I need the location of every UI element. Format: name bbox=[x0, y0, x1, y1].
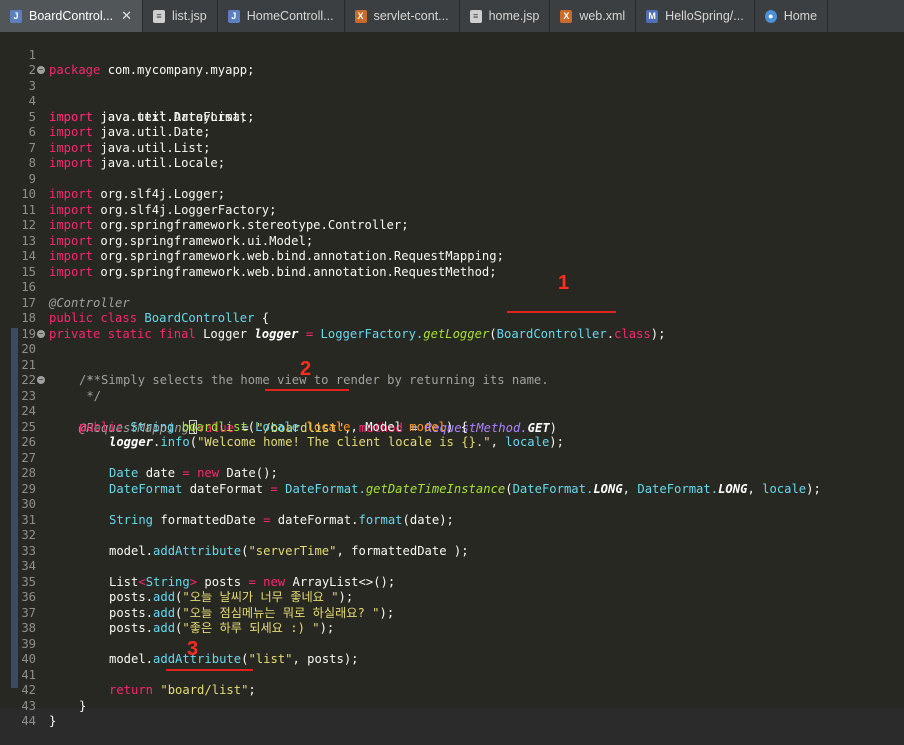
tab-web-xml[interactable]: X web.xml bbox=[550, 0, 637, 32]
code-line: 34 List<String> posts = new ArrayList<>(… bbox=[0, 544, 904, 589]
code-line: 4 import java.util.ArrayList; bbox=[0, 79, 904, 124]
code-line: 21 * Simply selects the home view to ren… bbox=[0, 342, 904, 388]
fold-toggle-icon[interactable]: − bbox=[37, 376, 45, 384]
code-line: 32 model.addAttribute("serverTime", form… bbox=[0, 513, 904, 558]
code-line: 6 import java.util.List; bbox=[0, 110, 904, 155]
code-line: 7 import java.util.Locale; bbox=[0, 125, 904, 171]
tab-homecontroller[interactable]: J HomeControll... bbox=[218, 0, 345, 32]
code-line: 14 import org.springframework.web.bind.a… bbox=[0, 234, 904, 279]
fold-toggle-icon[interactable]: − bbox=[37, 329, 45, 338]
code-line: 15 bbox=[0, 249, 904, 279]
code-line: 37 posts.add("좋은 하루 되세요 :) "); bbox=[0, 590, 904, 636]
code-line: 12 import org.springframework.ui.Model; bbox=[0, 203, 904, 248]
code-line: 13 import org.springframework.web.bind.a… bbox=[0, 218, 904, 264]
code-line: 22 */ bbox=[0, 358, 904, 403]
code-line: 38 bbox=[0, 606, 904, 635]
tab-label: BoardControl... bbox=[29, 9, 114, 23]
code-line: 25 logger.info("Welcome home! The client… bbox=[0, 404, 904, 450]
code-line: 19 bbox=[0, 311, 904, 341]
code-line: 29 bbox=[0, 466, 904, 496]
code-line: 28 DateFormat dateFormat = DateFormat.ge… bbox=[0, 451, 904, 496]
editor-tab-bar: J BoardControl... ✕ ≡ list.jsp J HomeCon… bbox=[0, 0, 904, 33]
code-line: 20 − /** bbox=[0, 327, 904, 387]
tab-boardcontroller[interactable]: J BoardControl... ✕ bbox=[0, 0, 143, 32]
code-line: 27 Date date = new Date(); bbox=[0, 435, 904, 481]
code-line: 40 bbox=[0, 637, 904, 666]
code-line: 23 − @RequestMapping(value = "/boardlist… bbox=[0, 373, 904, 435]
java-file-icon: J bbox=[227, 9, 240, 23]
annotation-underline-2 bbox=[265, 389, 349, 391]
code-line: 3 − import java.text.DateFormat; bbox=[0, 63, 904, 124]
tab-label: HomeControll... bbox=[246, 9, 334, 23]
code-line: 2 bbox=[0, 48, 904, 77]
jsp-file-icon: ≡ bbox=[152, 9, 165, 23]
java-file-icon: J bbox=[10, 9, 22, 23]
code-line: 5 import java.util.Date; bbox=[0, 94, 904, 140]
tab-label: servlet-cont... bbox=[373, 9, 449, 23]
code-line: 41 return "board/list"; bbox=[0, 652, 904, 698]
code-line: 16 @Controller bbox=[0, 265, 904, 310]
annotation-marker-3: 3 bbox=[187, 638, 199, 660]
code-line: 33 bbox=[0, 528, 904, 558]
code-line: 42 } bbox=[0, 668, 904, 713]
code-line: 36 posts.add("오늘 점심메뉴는 뭐로 하실래요? "); bbox=[0, 575, 904, 620]
code-line: 35 posts.add("오늘 날씨가 너무 좋네요 "); bbox=[0, 559, 904, 605]
code-line: 26 bbox=[0, 420, 904, 449]
annotation-underline-1 bbox=[507, 311, 616, 313]
code-line: 18 private static final Logger logger = … bbox=[0, 296, 904, 341]
code-editor[interactable]: 1 package com.mycompany.myapp; 2 3 − imp… bbox=[0, 32, 904, 729]
tab-servlet-context[interactable]: X servlet-cont... bbox=[345, 0, 460, 32]
tab-label: list.jsp bbox=[171, 9, 207, 23]
code-line: 17 public class BoardController { bbox=[0, 280, 904, 326]
code-line: 1 package com.mycompany.myapp; bbox=[0, 32, 904, 78]
code-line: 31 bbox=[0, 497, 904, 527]
tab-label: HelloSpring/... bbox=[665, 9, 744, 23]
fold-toggle-icon[interactable]: − bbox=[37, 66, 45, 74]
tab-list-jsp[interactable]: ≡ list.jsp bbox=[143, 0, 218, 32]
code-line: 44 bbox=[0, 699, 904, 728]
tab-hellospring-pom[interactable]: M HelloSpring/... bbox=[636, 0, 755, 32]
xml-file-icon: X bbox=[560, 9, 573, 23]
maven-file-icon: M bbox=[646, 9, 659, 23]
globe-icon: ● bbox=[764, 9, 777, 23]
code-line: 9 import org.slf4j.Logger; bbox=[0, 156, 904, 202]
line-number: 44 bbox=[21, 714, 36, 728]
code-line: 43 } bbox=[0, 683, 904, 729]
tab-label: web.xml bbox=[579, 9, 626, 23]
code-line: 11 import org.springframework.stereotype… bbox=[0, 187, 904, 233]
annotation-marker-1: 1 bbox=[558, 272, 570, 294]
tab-home-jsp[interactable]: ≡ home.jsp bbox=[460, 0, 551, 32]
tab-home-browser[interactable]: ● Home bbox=[755, 0, 829, 32]
jsp-file-icon: ≡ bbox=[469, 9, 482, 23]
close-tab-icon[interactable]: ✕ bbox=[121, 8, 132, 24]
annotation-marker-2: 2 bbox=[300, 358, 312, 380]
code-line: 10 import org.slf4j.LoggerFactory; bbox=[0, 172, 904, 217]
xml-file-icon: X bbox=[354, 9, 367, 23]
code-line: 8 bbox=[0, 141, 904, 170]
tab-label: Home bbox=[783, 9, 818, 23]
code-line: 39 model.addAttribute("list", posts); bbox=[0, 621, 904, 667]
code-line: 24 public String boardlist(Locale locale… bbox=[0, 389, 904, 434]
tab-label: home.jsp bbox=[488, 9, 540, 23]
annotation-underline-3 bbox=[166, 669, 253, 671]
code-line: 30 String formattedDate = dateFormat.for… bbox=[0, 482, 904, 527]
